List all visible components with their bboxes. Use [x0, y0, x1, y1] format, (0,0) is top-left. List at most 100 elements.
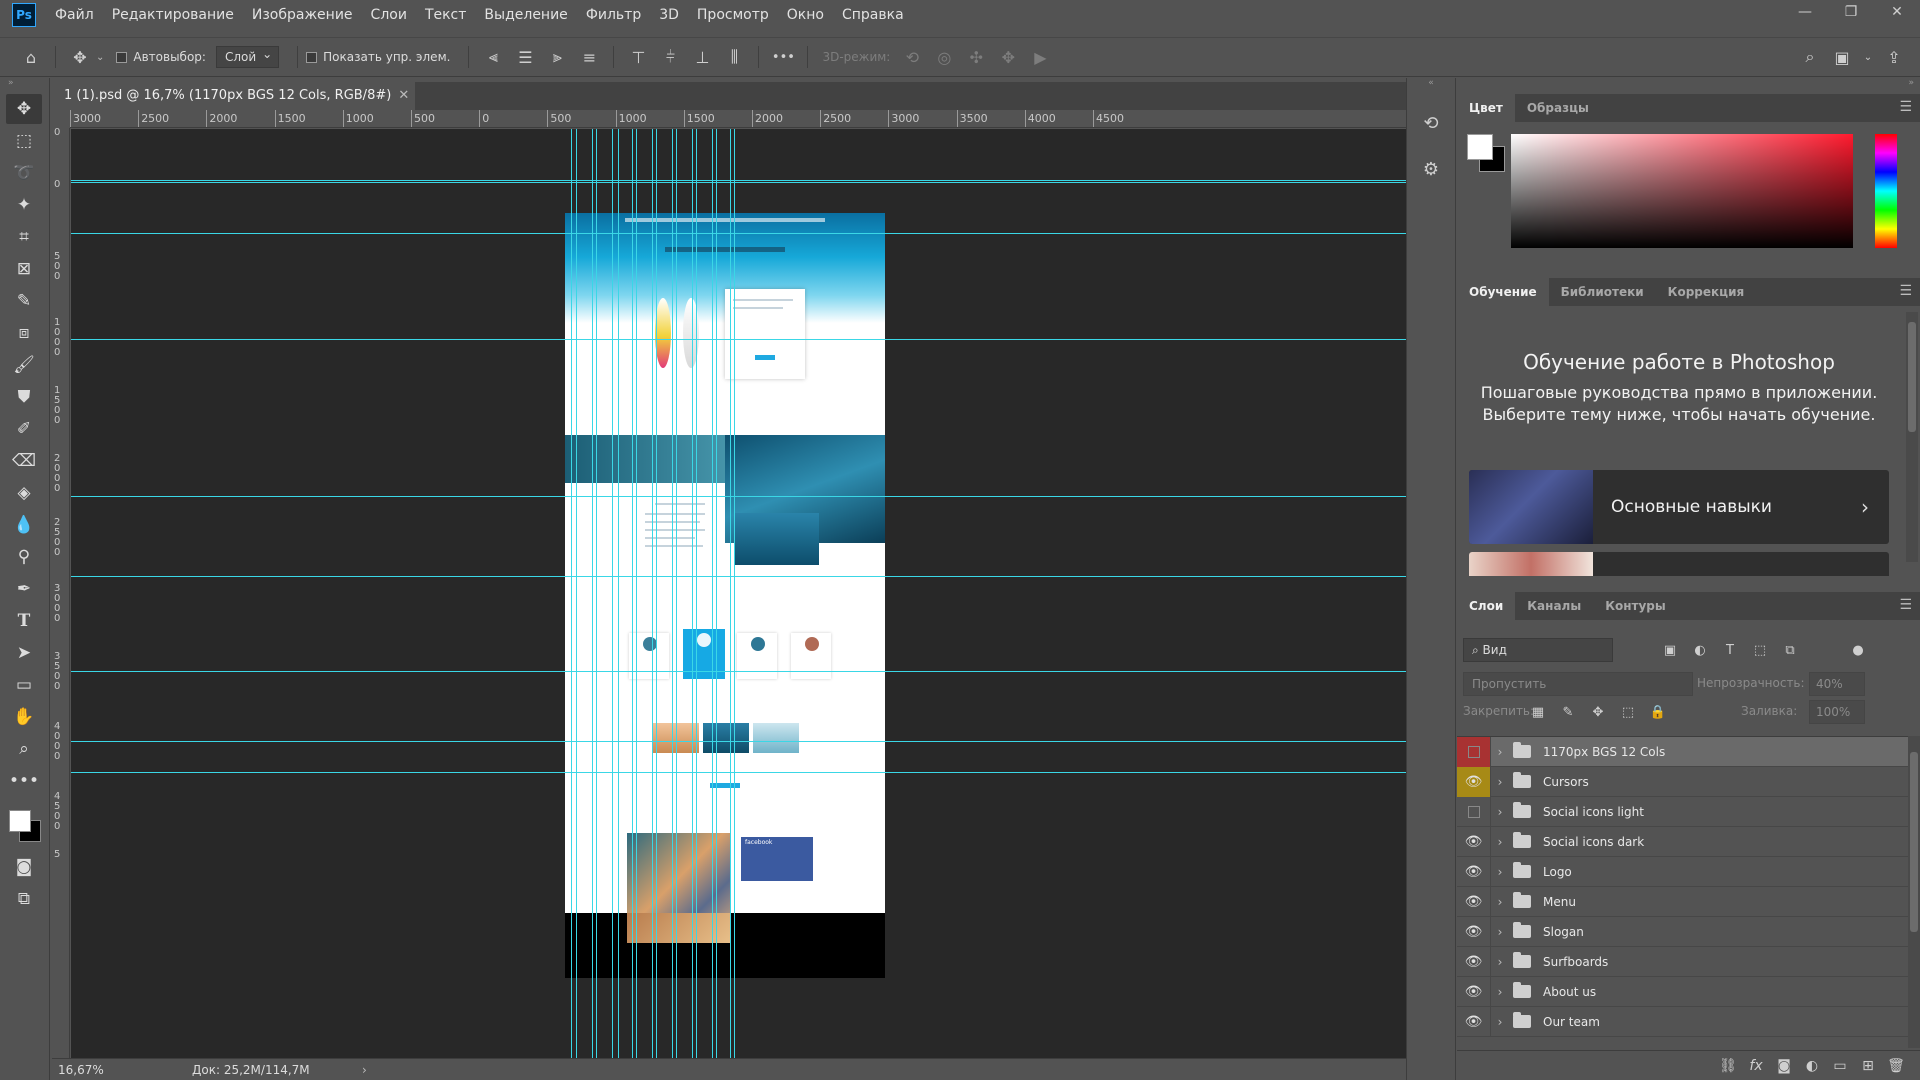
horizontal-guide[interactable] — [71, 741, 1406, 742]
dodge-tool-icon[interactable]: ⚲ — [6, 542, 42, 572]
properties-panel-icon[interactable]: ⚙ — [1416, 154, 1446, 184]
adjustment-layer-icon[interactable]: ◐ — [1798, 1058, 1826, 1074]
canvas-area[interactable]: facebook — [71, 129, 1406, 1058]
workspace-icon[interactable]: ▣ — [1829, 44, 1855, 70]
visibility-toggle[interactable] — [1457, 737, 1491, 767]
search-icon[interactable]: ⌕ — [1797, 44, 1823, 70]
learn-scrollbar[interactable] — [1906, 312, 1918, 562]
menu-select[interactable]: Выделение — [475, 0, 576, 30]
tab-swatches[interactable]: Образцы — [1515, 94, 1601, 122]
eye-icon[interactable]: 👁 — [1457, 976, 1491, 1007]
restore-icon[interactable]: ❐ — [1828, 0, 1874, 24]
vertical-guide[interactable] — [592, 129, 593, 1058]
panel-menu-icon[interactable]: ☰ — [1899, 283, 1912, 299]
eye-icon[interactable]: 👁 — [1457, 1006, 1491, 1037]
menu-view[interactable]: Просмотр — [688, 0, 778, 30]
learn-card-basic-skills[interactable]: Основные навыки › — [1469, 470, 1889, 544]
expand-chevron-icon[interactable]: › — [1491, 1015, 1509, 1029]
minimize-icon[interactable]: — — [1782, 0, 1828, 24]
menu-help[interactable]: Справка — [833, 0, 913, 30]
distribute-horizontal-icon[interactable]: ≡ — [576, 44, 602, 70]
expand-chevron-icon[interactable]: › — [1491, 895, 1509, 909]
layer-row[interactable]: › 1170px BGS 12 Cols — [1457, 737, 1909, 767]
blur-tool-icon[interactable]: 💧 — [6, 510, 42, 540]
visibility-toggle[interactable] — [1457, 796, 1491, 827]
layer-row[interactable]: 👁 › Cursors — [1457, 766, 1909, 797]
collapse-dock-icon[interactable]: « — [1407, 78, 1455, 92]
layers-scrollbar[interactable] — [1908, 736, 1920, 1048]
foreground-color-swatch[interactable] — [9, 810, 31, 832]
quick-mask-icon[interactable]: ◙ — [6, 852, 42, 882]
clone-stamp-tool-icon[interactable]: ⛊ — [6, 382, 42, 412]
new-layer-icon[interactable]: ⊞ — [1854, 1058, 1882, 1074]
learn-card-next[interactable] — [1469, 552, 1889, 576]
expand-chevron-icon[interactable]: › — [1491, 745, 1509, 759]
artboard[interactable]: facebook — [565, 213, 885, 978]
vertical-guide[interactable] — [712, 129, 713, 1058]
eye-icon[interactable]: 👁 — [1457, 826, 1491, 857]
collapse-panels-icon[interactable]: » — [1457, 78, 1920, 94]
delete-layer-icon[interactable]: 🗑 — [1882, 1058, 1910, 1074]
menu-file[interactable]: Файл — [46, 0, 103, 30]
expand-chevron-icon[interactable]: › — [1491, 865, 1509, 879]
panel-menu-icon[interactable]: ☰ — [1899, 597, 1912, 613]
vertical-guide[interactable] — [730, 129, 731, 1058]
vertical-guide[interactable] — [672, 129, 673, 1058]
eye-icon[interactable]: 👁 — [1457, 766, 1491, 797]
tab-layers[interactable]: Слои — [1457, 592, 1516, 620]
scroll-thumb[interactable] — [1908, 322, 1916, 432]
tool-preset-chevron-icon[interactable]: ⌄ — [96, 52, 104, 63]
history-panel-icon[interactable]: ⟲ — [1416, 108, 1446, 138]
frame-tool-icon[interactable]: ⊠ — [6, 254, 42, 284]
horizontal-guide[interactable] — [71, 339, 1406, 340]
tab-channels[interactable]: Каналы — [1515, 592, 1593, 620]
lock-all-icon[interactable]: 🔒 — [1645, 700, 1671, 724]
more-options-icon[interactable]: ••• — [770, 44, 796, 70]
vertical-guide[interactable] — [734, 129, 735, 1058]
zoom-level[interactable]: 16,67% — [52, 1063, 142, 1077]
opacity-input[interactable]: 40% — [1809, 672, 1865, 696]
menu-3d[interactable]: 3D — [650, 0, 688, 30]
expand-chevron-icon[interactable]: › — [1491, 835, 1509, 849]
move-tool-icon[interactable]: ✥ — [6, 94, 42, 124]
fill-input[interactable]: 100% — [1809, 700, 1865, 724]
align-vcenter-icon[interactable]: ⫩ — [657, 44, 683, 70]
show-transform-checkbox[interactable] — [306, 51, 318, 63]
horizontal-guide[interactable] — [71, 182, 1406, 183]
align-top-icon[interactable]: ⊤ — [625, 44, 651, 70]
menu-filter[interactable]: Фильтр — [577, 0, 650, 30]
vertical-guide[interactable] — [618, 129, 619, 1058]
document-tab[interactable]: 1 (1).psd @ 16,7% (1170px BGS 12 Cols, R… — [52, 82, 416, 110]
lasso-tool-icon[interactable]: ➰ — [6, 158, 42, 188]
menu-window[interactable]: Окно — [778, 0, 833, 30]
vertical-guide[interactable] — [716, 129, 717, 1058]
3d-camera-icon[interactable]: ▶ — [1027, 44, 1053, 70]
color-picker-field[interactable] — [1511, 134, 1853, 248]
layer-row[interactable]: 👁 › About us — [1457, 976, 1909, 1007]
vertical-guide[interactable] — [692, 129, 693, 1058]
menu-image[interactable]: Изображение — [243, 0, 362, 30]
zoom-tool-icon[interactable]: ⌕ — [6, 734, 42, 764]
horizontal-guide[interactable] — [71, 180, 1406, 181]
lock-pixels-icon[interactable]: ✎ — [1555, 700, 1581, 724]
history-brush-tool-icon[interactable]: ✐ — [6, 414, 42, 444]
collapse-tools-icon[interactable]: » — [0, 78, 49, 92]
eye-icon[interactable]: 👁 — [1457, 856, 1491, 887]
autoselect-target-select[interactable]: Слой — [215, 44, 280, 68]
layer-style-icon[interactable]: fx — [1742, 1058, 1770, 1074]
marquee-tool-icon[interactable]: ⬚ — [6, 126, 42, 156]
panel-menu-icon[interactable]: ☰ — [1899, 99, 1912, 115]
vertical-guide[interactable] — [612, 129, 613, 1058]
distribute-vertical-icon[interactable]: ⫼ — [721, 44, 747, 70]
filter-shape-icon[interactable]: ⬚ — [1747, 638, 1773, 662]
eye-icon[interactable]: 👁 — [1457, 946, 1491, 977]
share-icon[interactable]: ⇪ — [1881, 44, 1907, 70]
lock-position-icon[interactable]: ✥ — [1585, 700, 1611, 724]
expand-chevron-icon[interactable]: › — [1491, 805, 1509, 819]
move-tool-icon[interactable]: ✥ — [67, 44, 93, 70]
align-bottom-icon[interactable]: ⊥ — [689, 44, 715, 70]
horizontal-guide[interactable] — [71, 671, 1406, 672]
tab-adjustments[interactable]: Коррекция — [1656, 278, 1757, 306]
vertical-guide[interactable] — [652, 129, 653, 1058]
layer-row[interactable]: › Social icons light — [1457, 796, 1909, 827]
